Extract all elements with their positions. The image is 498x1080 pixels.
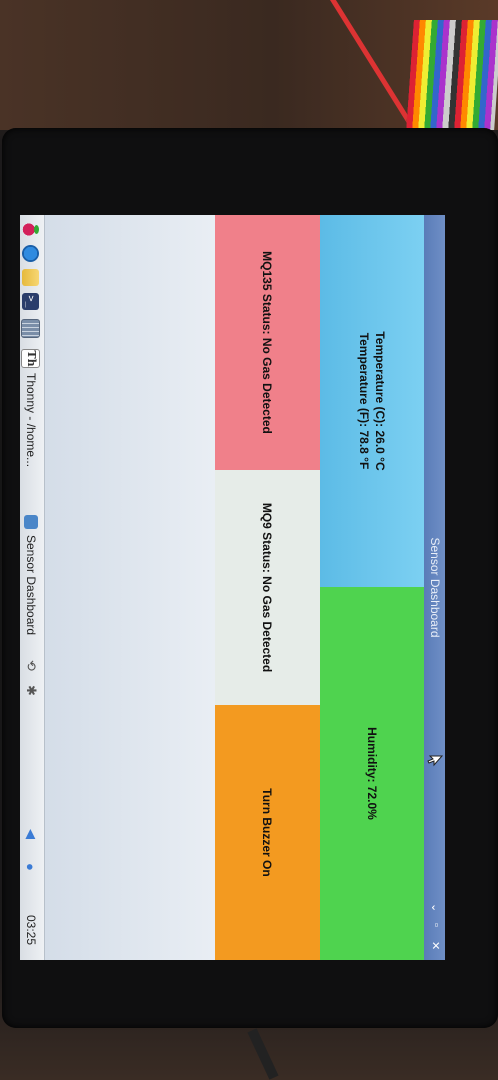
buzzer-button[interactable]: Turn Buzzer On bbox=[215, 705, 320, 960]
volume-control[interactable]: ◀ bbox=[22, 829, 40, 839]
window-empty-area bbox=[45, 215, 215, 960]
screen: Sensor Dashboard ⌄ ▫ ✕ Temperature (C): … bbox=[20, 215, 445, 960]
desktop: Sensor Dashboard ⌄ ▫ ✕ Temperature (C): … bbox=[20, 215, 445, 960]
humidity-panel: Humidity: 72.0% bbox=[320, 587, 424, 960]
taskbar: >_ Th Thonny - /home... Sensor Dashboard… bbox=[20, 215, 45, 960]
globe-icon bbox=[22, 245, 40, 262]
temperature-c-label: Temperature (C): 26.0 °C bbox=[373, 331, 387, 471]
temperature-panel: Temperature (C): 26.0 °C Temperature (F)… bbox=[320, 215, 424, 587]
mq135-status-label: MQ135 Status: No Gas Detected bbox=[260, 251, 275, 434]
microphone-icon: ● bbox=[23, 863, 39, 871]
folder-icon bbox=[22, 269, 40, 286]
bluetooth-icon: ✱ bbox=[24, 685, 39, 696]
file-manager-launcher[interactable] bbox=[22, 269, 40, 286]
mq9-status-label: MQ9 Status: No Gas Detected bbox=[260, 502, 275, 673]
clock[interactable]: 03:25 bbox=[22, 915, 40, 945]
power-cable bbox=[247, 1028, 279, 1080]
cpu-icon: ⟲ bbox=[24, 660, 39, 671]
taskbar-thonny[interactable]: Th Thonny - /home... bbox=[21, 349, 41, 468]
window-title-bar[interactable]: Sensor Dashboard ⌄ ▫ ✕ bbox=[424, 215, 445, 960]
mq135-panel: MQ135 Status: No Gas Detected bbox=[215, 215, 320, 470]
keyboard-launcher[interactable] bbox=[21, 319, 41, 338]
humidity-label: Humidity: 72.0% bbox=[365, 727, 379, 820]
taskbar-sensor-dashboard[interactable]: Sensor Dashboard bbox=[22, 515, 40, 635]
terminal-icon: >_ bbox=[22, 293, 40, 310]
terminal-launcher[interactable]: >_ bbox=[22, 293, 40, 310]
close-icon[interactable]: ✕ bbox=[429, 941, 442, 950]
window-title: Sensor Dashboard bbox=[428, 537, 442, 638]
raspberry-menu-button[interactable] bbox=[22, 221, 40, 238]
taskbar-thonny-label: Thonny - /home... bbox=[24, 373, 38, 468]
raspberry-icon bbox=[22, 221, 40, 238]
temperature-f-label: Temperature (F): 78.8 °F bbox=[357, 332, 371, 470]
speaker-icon: ◀ bbox=[24, 829, 39, 839]
browser-launcher[interactable] bbox=[22, 245, 40, 262]
cpu-monitor[interactable]: ⟲ bbox=[22, 660, 40, 671]
maximize-icon[interactable]: ▫ bbox=[430, 923, 442, 927]
ribbon-cable bbox=[406, 20, 498, 130]
thonny-icon: Th bbox=[21, 349, 41, 368]
buzzer-button-label: Turn Buzzer On bbox=[260, 788, 275, 877]
app-window-icon bbox=[24, 515, 38, 529]
mq9-panel: MQ9 Status: No Gas Detected bbox=[215, 470, 320, 705]
minimize-icon[interactable]: ⌄ bbox=[429, 903, 442, 912]
microphone-control[interactable]: ● bbox=[22, 863, 40, 871]
clock-label: 03:25 bbox=[24, 915, 38, 946]
taskbar-dashboard-label: Sensor Dashboard bbox=[24, 535, 38, 636]
mouse-cursor-icon bbox=[427, 755, 443, 767]
keyboard-icon bbox=[21, 319, 41, 338]
bluetooth-status[interactable]: ✱ bbox=[22, 685, 40, 696]
